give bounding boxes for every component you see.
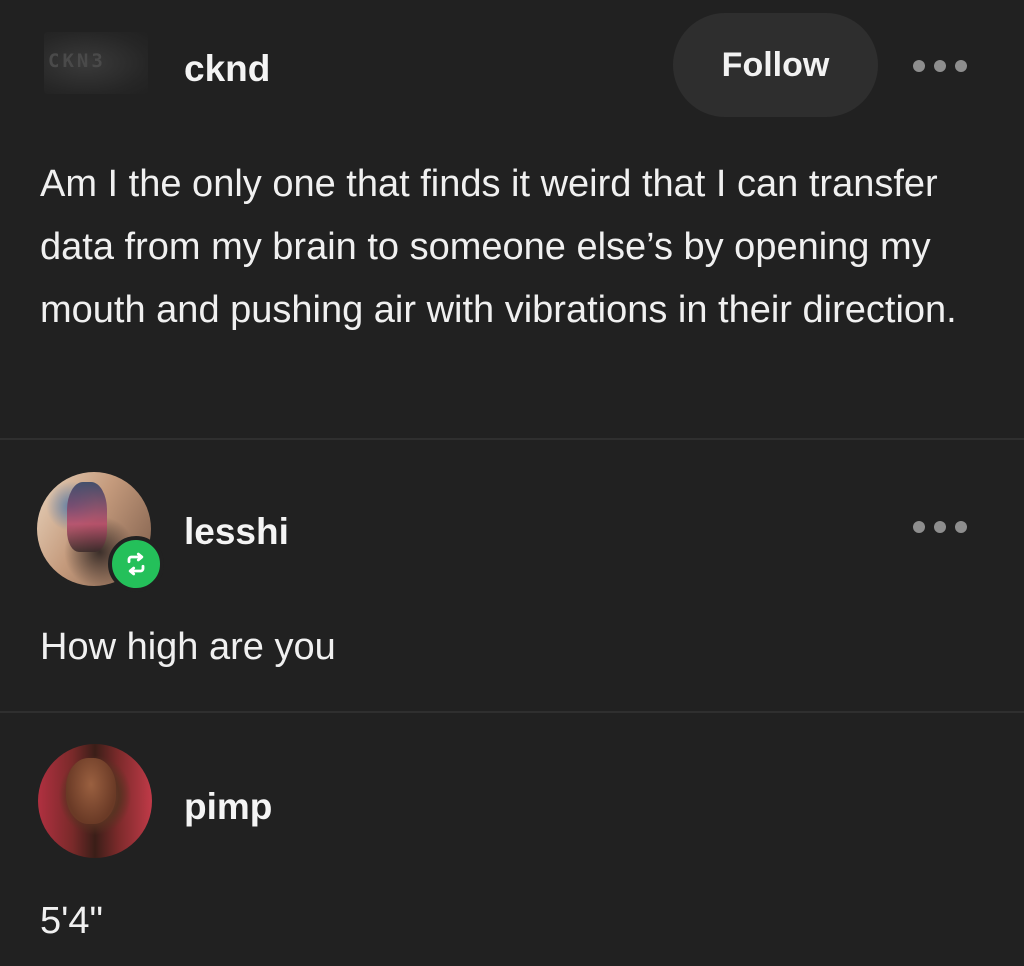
dot	[913, 60, 925, 72]
reply-username[interactable]: lesshi	[184, 513, 289, 550]
follow-button[interactable]: Follow	[673, 13, 878, 117]
avatar-photo-detail	[67, 482, 107, 552]
avatar[interactable]	[38, 744, 152, 858]
op-username[interactable]: cknd	[184, 50, 270, 87]
dot	[955, 521, 967, 533]
more-horizontal-icon[interactable]	[913, 58, 967, 74]
dot	[934, 521, 946, 533]
reply-text: How high are you	[40, 626, 336, 668]
avatar-photo-detail	[66, 758, 116, 824]
op-avatar-logo[interactable]: CKN3	[44, 32, 148, 94]
reblog-icon-glyph	[127, 552, 145, 576]
dot	[955, 60, 967, 72]
more-horizontal-icon[interactable]	[913, 519, 967, 535]
reply-username[interactable]: pimp	[184, 788, 272, 825]
dot	[913, 521, 925, 533]
dot	[934, 60, 946, 72]
logo-text: CKN3	[48, 50, 106, 72]
op-post-text: Am I the only one that finds it weird th…	[40, 163, 957, 331]
reblog-icon	[108, 536, 164, 592]
op-header: CKN3 cknd Follow	[0, 0, 1024, 130]
divider	[0, 711, 1024, 713]
reply-text: 5'4"	[40, 900, 104, 942]
divider	[0, 438, 1024, 440]
